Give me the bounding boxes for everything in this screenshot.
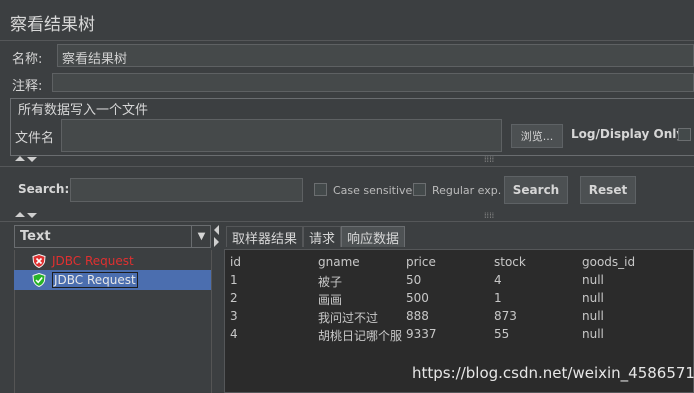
result-tabs: 取样器结果 请求 响应数据 [226,226,406,247]
comment-label: 注释: [12,79,43,94]
file-group-title: 所有数据写入一个文件 [15,99,152,118]
cell: 1 [230,273,238,287]
cell: null [582,273,604,287]
cell: 3 [230,309,238,323]
file-name-value [62,120,501,124]
tab-response-data[interactable]: 响应数据 [341,226,406,247]
splitter-collapse-icon[interactable] [15,156,25,161]
search-value [71,179,302,183]
name-value: 察看结果树 [62,52,128,67]
cell: null [582,291,604,305]
divider [0,40,694,41]
splitter-collapse-icon[interactable] [15,212,25,217]
file-name-field[interactable] [61,119,502,152]
watermark: https://blog.csdn.net/weixin_45865718 [412,364,694,382]
cell: 55 [494,327,510,341]
divider [0,221,694,222]
regex-label: Regular exp. [432,184,502,197]
cell: 画画 [318,293,343,307]
log-display-only-label: Log/Display Only: [571,127,689,141]
column-header: gname [318,255,360,269]
vertical-splitter[interactable] [212,222,224,393]
splitter-left-icon[interactable] [214,225,219,235]
panel-title: 察看结果树 [10,15,95,35]
renderer-combo[interactable]: Text ▼ [14,225,211,248]
tree-item-label: JDBC Request [52,272,138,288]
tab-sampler-result[interactable]: 取样器结果 [226,226,304,247]
cell: 胡桃日记哪个服 [318,329,403,343]
file-name-label: 文件名 [15,131,55,146]
cell: 我问过不过 [318,311,379,325]
cell: 被子 [318,275,343,289]
renderer-selected: Text [20,229,51,244]
cell: 2 [230,291,238,305]
tree-item-jdbc-request-success[interactable]: JDBC Request [14,270,211,290]
name-field[interactable]: 察看结果树 [57,44,694,67]
splitter-expand-icon[interactable] [27,157,37,162]
shield-error-icon [32,254,46,268]
cell: null [582,309,604,323]
comment-field[interactable] [52,73,694,92]
cell: 50 [406,273,422,287]
divider [0,166,694,167]
cell: 1 [494,291,502,305]
tree-item-jdbc-request-error[interactable]: JDBC Request [14,251,211,271]
chevron-down-icon[interactable]: ▼ [191,226,211,247]
cell: 9337 [406,327,437,341]
column-header: stock [494,255,526,269]
tree-item-label: JDBC Request [52,254,134,268]
name-label: 名称: [12,52,43,67]
column-header: goods_id [582,255,636,269]
splitter-expand-icon[interactable] [27,213,37,218]
search-button[interactable]: Search [504,176,568,204]
shield-check-icon [32,273,46,287]
cell: 4 [494,273,502,287]
cell: null [582,327,604,341]
browse-button[interactable]: 浏览... [511,124,563,148]
column-header: price [406,255,436,269]
regex-checkbox[interactable] [413,183,426,196]
log-display-only-checkbox[interactable] [678,128,691,141]
cell: 873 [494,309,517,323]
search-label: Search: [18,182,70,196]
tab-request[interactable]: 请求 [303,226,342,247]
reset-button[interactable]: Reset [580,176,636,204]
comment-value [53,74,693,78]
case-sensitive-label: Case sensitive [333,184,413,197]
splitter-grip-icon[interactable]: ⁞⁞⁞⁞ [484,155,494,164]
cell: 888 [406,309,429,323]
cell: 4 [230,327,238,341]
splitter-grip-icon[interactable]: ⁞⁞⁞⁞ [484,211,494,220]
column-header: id [230,255,241,269]
search-input[interactable] [70,178,303,202]
cell: 500 [406,291,429,305]
splitter-right-icon[interactable] [214,237,219,247]
case-sensitive-checkbox[interactable] [314,183,327,196]
